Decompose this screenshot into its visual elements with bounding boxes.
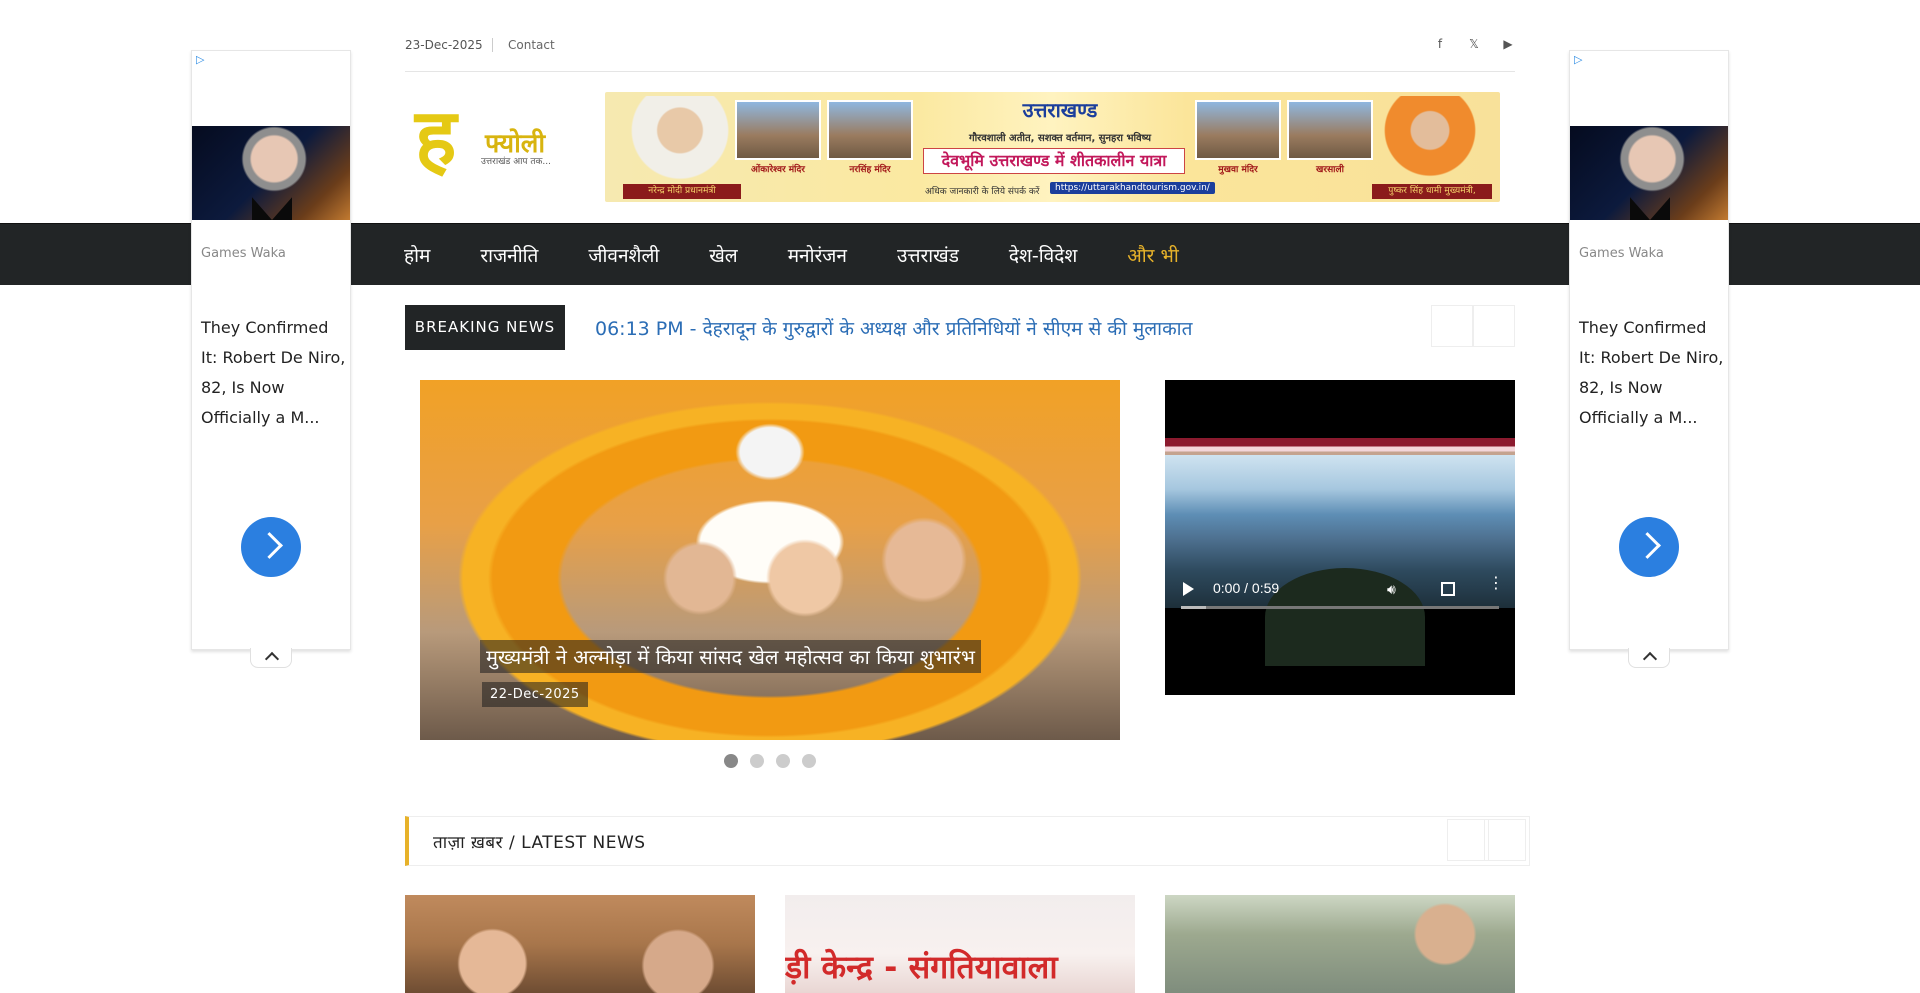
banner-label-right: पुष्कर सिंह धामी मुख्यमंत्री, उत्तराखण्ड bbox=[1372, 184, 1492, 202]
video-time: 0:00 / 0:59 bbox=[1213, 580, 1280, 596]
banner-temple-image bbox=[1287, 100, 1373, 160]
twitter-icon[interactable]: 𝕏 bbox=[1467, 37, 1481, 51]
news-card-image[interactable] bbox=[405, 895, 755, 993]
banner-caption: ओंकारेश्वर मंदिर bbox=[751, 165, 805, 175]
banner-caption: नरसिंह मंदिर bbox=[849, 165, 891, 175]
latest-next-button[interactable] bbox=[1484, 819, 1526, 861]
slider-dot[interactable] bbox=[776, 754, 790, 768]
contact-link[interactable]: Contact bbox=[508, 38, 555, 52]
header-banner-ad[interactable]: नरेन्द्र मोदी प्रधानमंत्री ओंकारेश्वर मं… bbox=[605, 92, 1500, 202]
ad-image[interactable] bbox=[192, 126, 350, 220]
ticker-next-button[interactable] bbox=[1473, 305, 1515, 347]
slide-date: 22-Dec-2025 bbox=[482, 682, 588, 707]
video-controls: 0:00 / 0:59 🔊︎ ⋮ bbox=[1165, 572, 1515, 609]
site-logo[interactable]: ह फ्योली उत्तराखंड आप तक... bbox=[415, 88, 555, 193]
adchoices-icon[interactable]: ▷ bbox=[1574, 53, 1582, 66]
nav-item-sports[interactable]: खेल bbox=[709, 242, 737, 268]
banner-portrait-left bbox=[620, 96, 740, 182]
tuxedo-shape bbox=[1630, 197, 1670, 220]
logo-mark: ह bbox=[415, 92, 457, 183]
volume-icon[interactable]: 🔊︎ bbox=[1387, 582, 1401, 598]
fullscreen-icon[interactable] bbox=[1441, 582, 1455, 596]
ad-collapse-button[interactable] bbox=[1628, 648, 1670, 668]
nav-item-entertainment[interactable]: मनोरंजन bbox=[788, 242, 847, 268]
ad-next-button[interactable] bbox=[1619, 517, 1679, 577]
nav-item-politics[interactable]: राजनीति bbox=[480, 242, 538, 268]
ad-source: Games Waka bbox=[1579, 246, 1664, 261]
banner-caption: खरसाली bbox=[1316, 165, 1344, 175]
ad-next-button[interactable] bbox=[241, 517, 301, 577]
tuxedo-shape bbox=[252, 197, 292, 220]
slider-dot[interactable] bbox=[802, 754, 816, 768]
video-progress-fill bbox=[1181, 606, 1207, 609]
side-ad-left[interactable]: ▷ Games Waka They Confirmed It: Robert D… bbox=[191, 50, 351, 668]
banner-slogan: गौरवशाली अतीत, सशक्त वर्तमान, सुनहरा भवि… bbox=[968, 133, 1152, 144]
breaking-news-bar: BREAKING NEWS 06:13 PM - देहरादून के गुर… bbox=[405, 305, 1515, 351]
adchoices-icon[interactable]: ▷ bbox=[196, 53, 204, 66]
slider-dot[interactable] bbox=[724, 754, 738, 768]
social-links: f 𝕏 ▶ bbox=[1433, 37, 1515, 51]
ad-headline[interactable]: They Confirmed It: Robert De Niro, 82, I… bbox=[1579, 313, 1724, 433]
current-date: 23-Dec-2025 bbox=[405, 38, 483, 52]
banner-portrait-right bbox=[1380, 96, 1480, 182]
latest-news-title: ताज़ा ख़बर / LATEST NEWS bbox=[433, 833, 646, 853]
banner-temple-image bbox=[827, 100, 913, 160]
ad-collapse-button[interactable] bbox=[250, 648, 292, 668]
play-icon[interactable] bbox=[1183, 582, 1194, 596]
video-progress-track[interactable] bbox=[1181, 606, 1499, 609]
nav-item-lifestyle[interactable]: जीवनशैली bbox=[588, 242, 659, 268]
slider-dots bbox=[724, 754, 816, 768]
ad-image[interactable] bbox=[1570, 126, 1728, 220]
latest-news-header: ताज़ा ख़बर / LATEST NEWS bbox=[405, 816, 1530, 866]
nav-item-home[interactable]: होम bbox=[404, 242, 430, 268]
breaking-news-ticker[interactable]: 06:13 PM - देहरादून के गुरुद्वारों के अध… bbox=[595, 315, 1192, 341]
ad-headline[interactable]: They Confirmed It: Robert De Niro, 82, I… bbox=[201, 313, 346, 433]
divider bbox=[492, 38, 493, 52]
breaking-news-label: BREAKING NEWS bbox=[405, 305, 565, 350]
more-options-icon[interactable]: ⋮ bbox=[1488, 575, 1504, 591]
slide-caption[interactable]: मुख्यमंत्री ने अल्मोड़ा में किया सांसद ख… bbox=[480, 640, 981, 673]
banner-brand: उत्तराखण्ड bbox=[1022, 98, 1098, 122]
news-card-image[interactable]: ड़ी केन्द्र - संगतियावाला bbox=[785, 895, 1135, 993]
news-card-image[interactable] bbox=[1165, 895, 1515, 993]
top-bar: 23-Dec-2025 Contact f 𝕏 ▶ bbox=[405, 32, 1515, 72]
card-sign-text: ड़ी केन्द्र - संगतियावाला bbox=[785, 948, 1058, 986]
nav-item-uttarakhand[interactable]: उत्तराखंड bbox=[897, 242, 959, 268]
featured-slider[interactable]: मुख्यमंत्री ने अल्मोड़ा में किया सांसद ख… bbox=[420, 380, 1120, 740]
banner-url: https://uttarakhandtourism.gov.in/ bbox=[1050, 182, 1215, 194]
nav-item-more[interactable]: और भी bbox=[1127, 242, 1179, 268]
nav-item-world[interactable]: देश-विदेश bbox=[1009, 242, 1077, 268]
ticker-prev-button[interactable] bbox=[1431, 305, 1473, 347]
banner-headline: देवभूमि उत्तराखण्ड में शीतकालीन यात्रा bbox=[923, 148, 1185, 174]
side-ad-right[interactable]: ▷ Games Waka They Confirmed It: Robert D… bbox=[1569, 50, 1729, 668]
banner-caption: मुखवा मंदिर bbox=[1218, 165, 1258, 175]
youtube-icon[interactable]: ▶ bbox=[1501, 37, 1515, 51]
video-player[interactable]: 0:00 / 0:59 🔊︎ ⋮ bbox=[1165, 380, 1515, 695]
banner-temple-image bbox=[1195, 100, 1281, 160]
facebook-icon[interactable]: f bbox=[1433, 37, 1447, 51]
slider-dot[interactable] bbox=[750, 754, 764, 768]
banner-label-left: नरेन्द्र मोदी प्रधानमंत्री bbox=[623, 184, 741, 199]
banner-temple-image bbox=[735, 100, 821, 160]
logo-tagline: उत्तराखंड आप तक... bbox=[481, 157, 551, 167]
latest-prev-button[interactable] bbox=[1447, 819, 1489, 861]
ad-source: Games Waka bbox=[201, 246, 286, 261]
